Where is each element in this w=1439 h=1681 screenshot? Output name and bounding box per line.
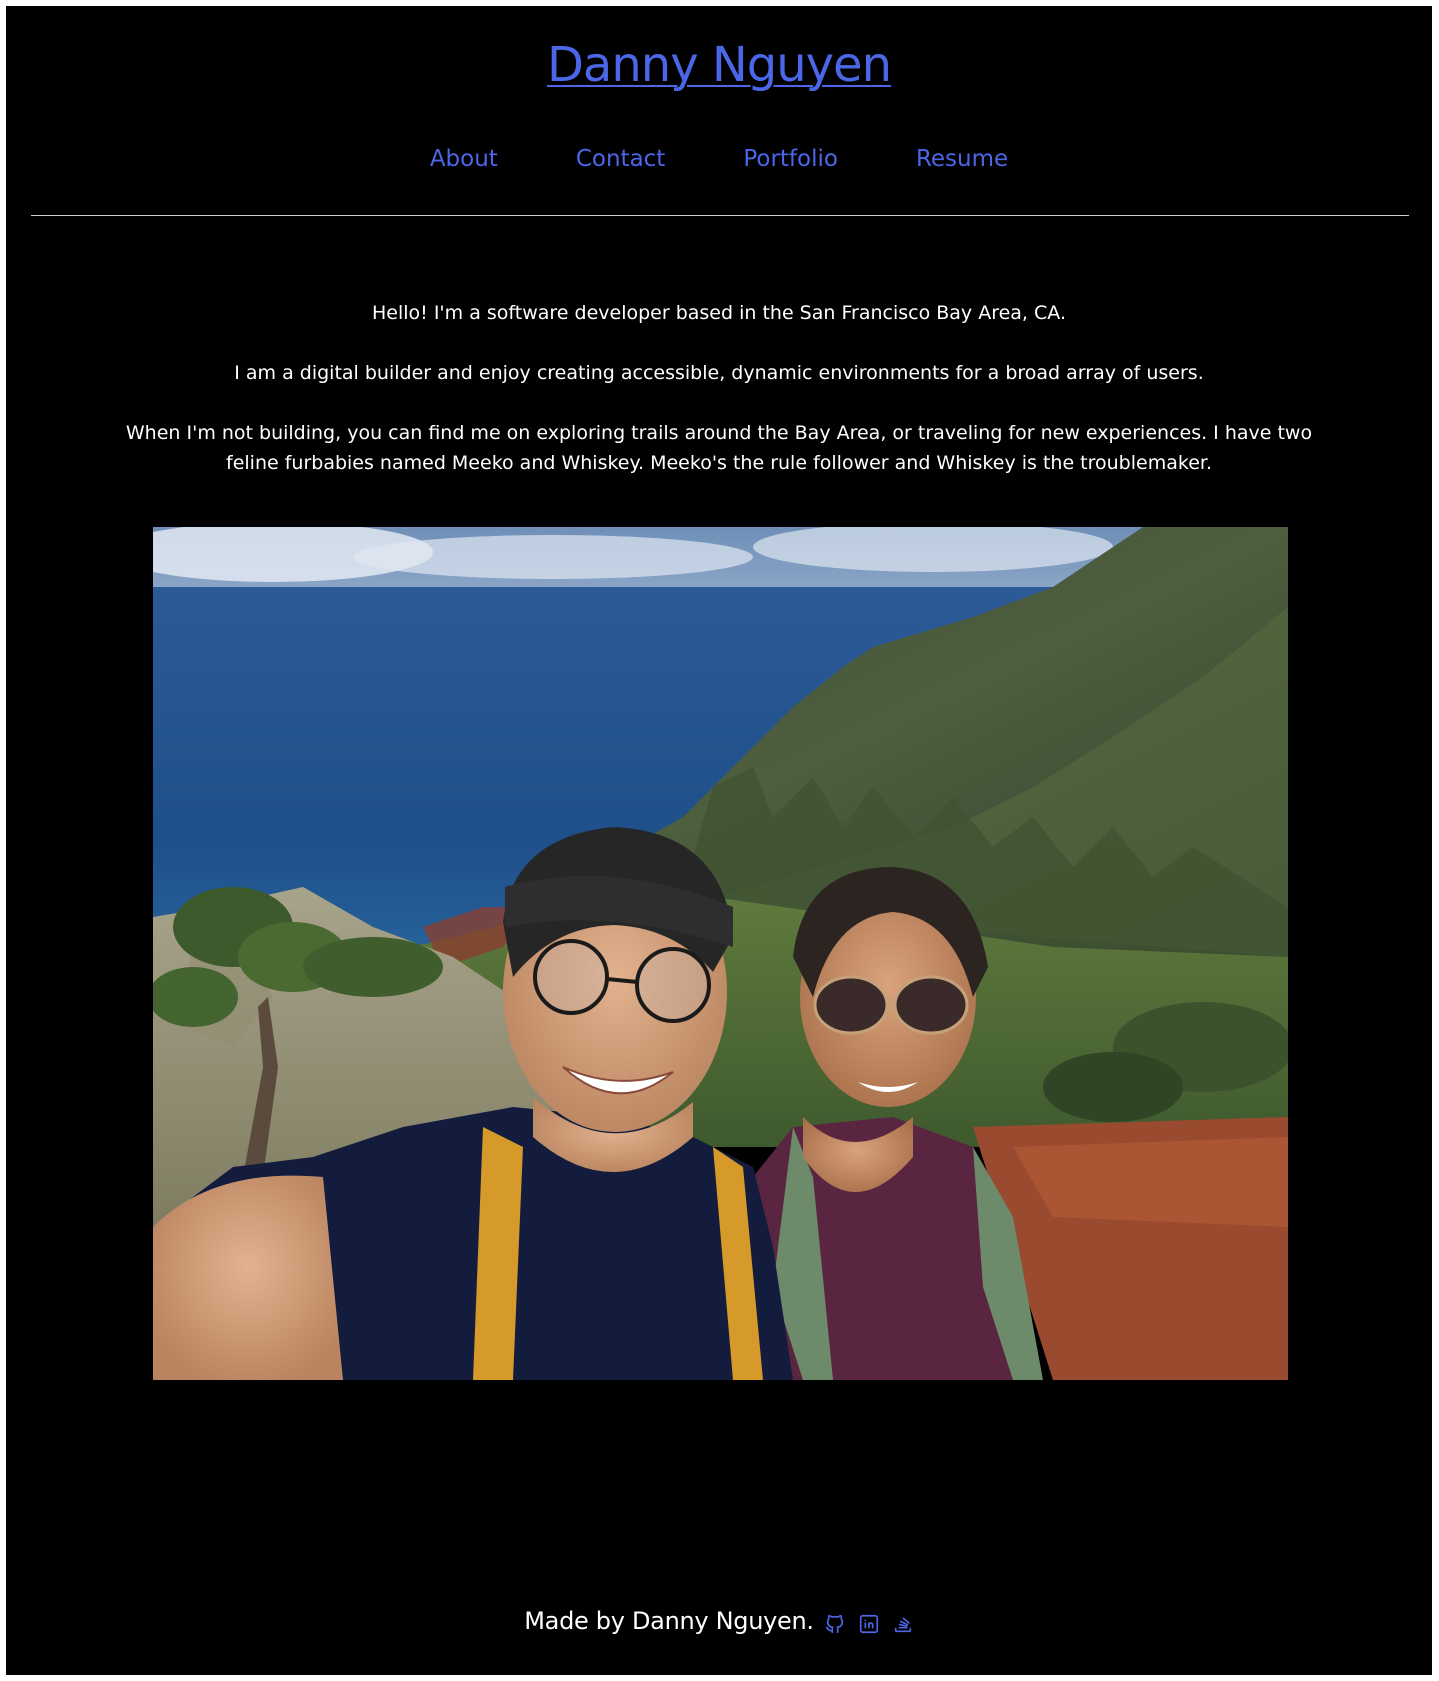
social-links xyxy=(824,1613,914,1635)
intro-paragraph: When I'm not building, you can find me o… xyxy=(125,422,1313,474)
nav-link-portfolio[interactable]: Portfolio xyxy=(743,144,838,174)
site-title: Danny Nguyen xyxy=(6,32,1432,98)
intro-paragraph: I am a digital builder and enjoy creatin… xyxy=(234,362,1204,384)
header-divider xyxy=(31,215,1409,216)
footer-credit: Made by Danny Nguyen. xyxy=(524,1607,814,1635)
page: Danny Nguyen About Contact Portfolio Res… xyxy=(6,6,1432,1675)
linkedin-icon[interactable] xyxy=(858,1613,880,1635)
footer: Made by Danny Nguyen. xyxy=(6,1605,1432,1637)
site-title-link[interactable]: Danny Nguyen xyxy=(547,37,892,93)
intro-paragraph: Hello! I'm a software developer based in… xyxy=(372,302,1066,324)
nav-link-contact[interactable]: Contact xyxy=(576,144,665,174)
profile-photo xyxy=(153,527,1288,1380)
nav-link-resume[interactable]: Resume xyxy=(916,144,1008,174)
stackoverflow-icon[interactable] xyxy=(892,1613,914,1635)
nav-link-about[interactable]: About xyxy=(430,144,498,174)
github-icon[interactable] xyxy=(824,1613,846,1635)
about-section: Hello! I'm a software developer based in… xyxy=(106,298,1332,508)
main-nav: About Contact Portfolio Resume xyxy=(6,144,1432,174)
